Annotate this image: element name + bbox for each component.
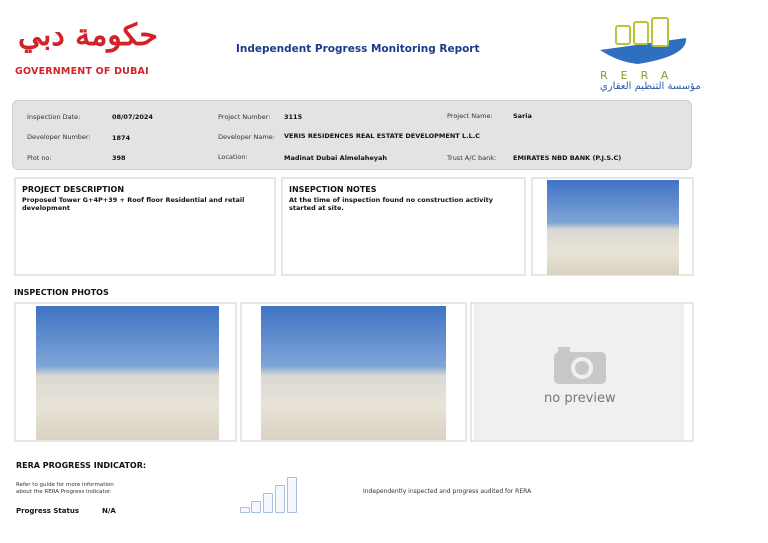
progress-indicator-heading: RERA PROGRESS INDICATOR: — [16, 461, 147, 470]
location-value: Madinat Dubai Almelaheyah — [284, 154, 388, 162]
no-preview-text: no preview — [544, 391, 616, 406]
project-description-text: Proposed Tower G+4P+39 + Roof floor Resi… — [22, 196, 245, 213]
developer-name-label: Developer Name: — [218, 133, 275, 141]
project-description-heading: PROJECT DESCRIPTION — [22, 185, 125, 194]
developer-number-value: 1874 — [112, 134, 131, 142]
inspection-photos-heading: INSPECTION PHOTOS — [14, 288, 109, 297]
progress-status-value: N/A — [102, 507, 116, 515]
audit-text: Independently inspected and progress aud… — [363, 488, 532, 495]
inspection-notes-text: At the time of inspection found no const… — [289, 196, 493, 213]
camera-icon — [554, 347, 606, 384]
project-name-value: Saria — [513, 112, 532, 120]
photo-box-3: no preview — [470, 302, 694, 442]
project-number-label: Project Number: — [218, 113, 271, 121]
developer-number-label: Developer Number: — [27, 133, 91, 141]
inspection-date-value: 08/07/2024 — [112, 113, 153, 121]
trust-bank-label: Trust A/C bank: — [447, 154, 497, 162]
photo-box-2 — [240, 302, 467, 442]
inspection-photo-2[interactable] — [261, 306, 446, 440]
plot-value: 398 — [112, 154, 126, 162]
project-name-label: Project Name: — [447, 112, 493, 120]
photo-box-1 — [14, 302, 237, 442]
trust-bank-value: EMIRATES NBD BANK (P.J.S.C) — [513, 154, 622, 162]
rera-logo-icon — [600, 17, 687, 64]
project-description-box: PROJECT DESCRIPTION Proposed Tower G+4P+… — [14, 177, 276, 276]
progress-status-label: Progress Status — [16, 507, 79, 515]
plot-label: Plot no: — [27, 154, 52, 162]
report-title: Independent Progress Monitoring Report — [236, 43, 480, 55]
gov-dubai-logo-text: GOVERNMENT OF DUBAI — [15, 66, 149, 77]
project-number-value: 3115 — [284, 113, 303, 121]
progress-bars-icon — [240, 476, 298, 513]
inspection-notes-box: INSEPCTION NOTES At the time of inspecti… — [281, 177, 526, 276]
rera-logo-arabic: مؤسسة التنظيم العقاري — [600, 81, 701, 92]
inspection-date-label: Inspection Date: — [27, 113, 81, 121]
photo-placeholder: no preview — [474, 304, 684, 440]
location-label: Location: — [218, 153, 248, 161]
cover-photo[interactable] — [547, 180, 679, 275]
inspection-photo-1[interactable] — [36, 306, 219, 440]
gov-dubai-logo: حكومة دبي — [18, 18, 158, 53]
developer-name-value: VERIS RESIDENCES REAL ESTATE DEVELOPMENT… — [284, 132, 480, 140]
inspection-notes-heading: INSEPCTION NOTES — [289, 185, 377, 194]
progress-guide-text: Refer to guide for more information abou… — [16, 482, 114, 496]
cover-photo-box — [531, 177, 694, 276]
